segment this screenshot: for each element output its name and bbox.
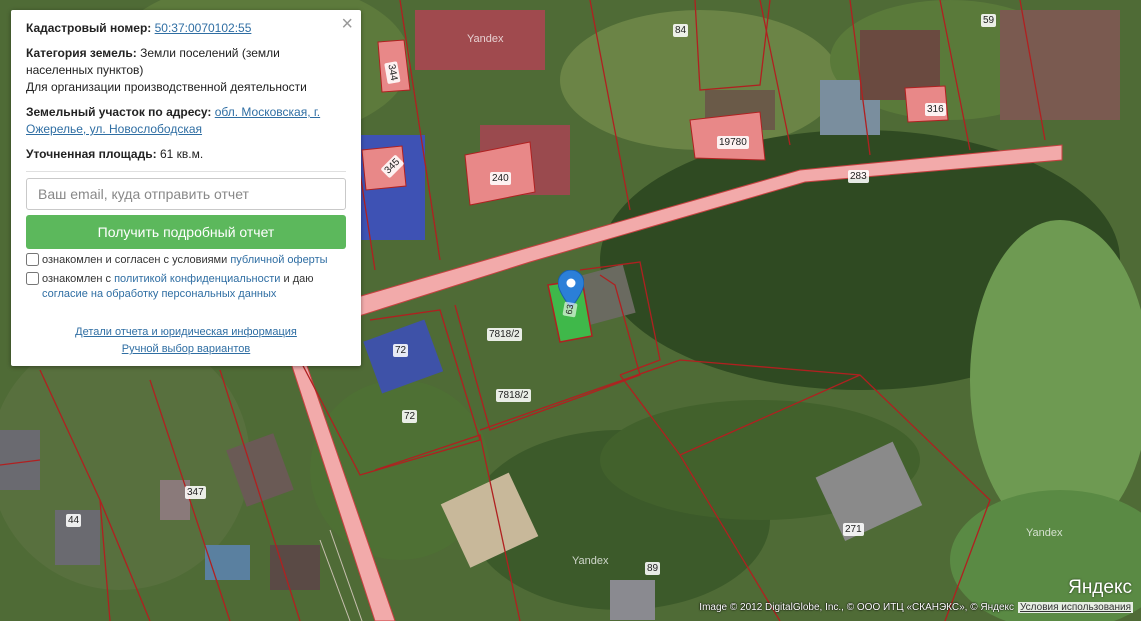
yandex-watermark: Yandex: [572, 555, 609, 567]
parcel-label[interactable]: 7818/2: [496, 389, 531, 402]
parcel-label[interactable]: 316: [925, 103, 946, 116]
report-details-link[interactable]: Детали отчета и юридическая информация: [75, 326, 297, 338]
map-copyright: Image © 2012 DigitalGlobe, Inc., © ООО И…: [699, 602, 1133, 613]
address-label: Земельный участок по адресу:: [26, 105, 212, 119]
parcel-label[interactable]: 271: [843, 523, 864, 536]
parcel-label[interactable]: 72: [402, 410, 418, 423]
privacy-agreement-text: ознакомлен с: [42, 273, 112, 285]
cadastral-number-label: Кадастровый номер:: [26, 21, 152, 35]
manual-selection-link[interactable]: Ручной выбор вариантов: [122, 343, 250, 355]
yandex-logo[interactable]: Яндекс: [1068, 577, 1132, 599]
land-usage-value: Для организации производственной деятель…: [26, 80, 307, 94]
get-report-button[interactable]: Получить подробный отчет: [26, 215, 346, 249]
parcel-label[interactable]: 44: [66, 514, 82, 527]
offer-agreement-text: ознакомлен и согласен с условиями: [42, 254, 228, 266]
personal-data-consent-link[interactable]: согласие на обработку персональных данны…: [42, 288, 276, 300]
parcel-label[interactable]: 72: [393, 344, 409, 357]
area-value: 61 кв.м.: [159, 147, 204, 161]
yandex-watermark: Yandex: [1026, 527, 1063, 539]
parcel-label[interactable]: 240: [490, 172, 511, 185]
cadastral-number-row: Кадастровый номер: 50:37:0070102:55: [26, 20, 346, 37]
address-row: Земельный участок по адресу: обл. Москов…: [26, 104, 346, 138]
close-icon[interactable]: ×: [341, 14, 353, 34]
parcel-label[interactable]: 283: [848, 170, 869, 183]
parcel-label[interactable]: 84: [673, 24, 689, 37]
parcel-label[interactable]: 19780: [717, 136, 749, 149]
popup-links: Детали отчета и юридическая информация Р…: [26, 324, 346, 358]
public-offer-link[interactable]: публичной оферты: [230, 254, 327, 266]
parcel-label[interactable]: 89: [645, 562, 661, 575]
area-row: Уточненная площадь: 61 кв.м.: [26, 146, 346, 163]
cadastral-number-link[interactable]: 50:37:0070102:55: [155, 21, 252, 35]
copyright-text: Image © 2012 DigitalGlobe, Inc., © ООО И…: [699, 602, 1014, 613]
offer-agreement-row: ознакомлен и согласен с условиями публич…: [26, 253, 346, 268]
privacy-agreement-text-2: и даю: [283, 273, 314, 285]
email-input[interactable]: [26, 178, 346, 210]
area-label: Уточненная площадь:: [26, 147, 157, 161]
land-category-label: Категория земель:: [26, 46, 137, 60]
parcel-label[interactable]: 347: [185, 486, 206, 499]
offer-agreement-checkbox[interactable]: [26, 253, 39, 266]
parcel-label[interactable]: 7818/2: [487, 328, 522, 341]
terms-of-use-link[interactable]: Условия использования: [1018, 602, 1133, 613]
land-category-row: Категория земель: Земли поселений (земли…: [26, 45, 346, 96]
parcel-label[interactable]: 59: [981, 14, 997, 27]
privacy-agreement-row: ознакомлен с политикой конфиденциальност…: [26, 272, 346, 302]
privacy-policy-link[interactable]: политикой конфиденциальности: [114, 273, 280, 285]
privacy-agreement-checkbox[interactable]: [26, 272, 39, 285]
yandex-watermark: Yandex: [467, 33, 504, 45]
parcel-info-popup: × Кадастровый номер: 50:37:0070102:55 Ка…: [11, 10, 361, 366]
selected-parcel-label: 63: [562, 301, 578, 318]
divider: [26, 171, 346, 172]
